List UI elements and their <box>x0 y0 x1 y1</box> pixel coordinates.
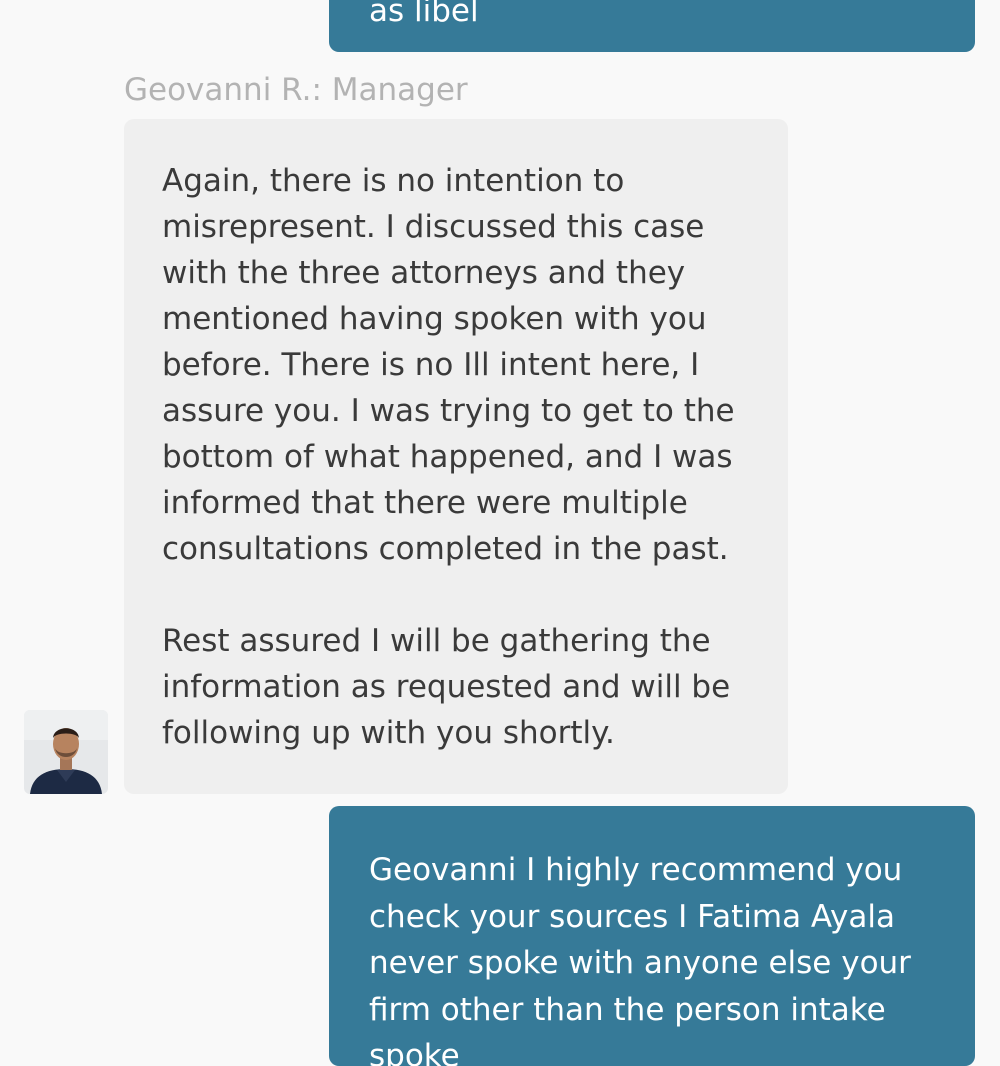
sender-label: Geovanni R.: Manager <box>124 72 468 108</box>
avatar-photo-icon <box>24 710 108 794</box>
avatar[interactable] <box>24 710 108 794</box>
message-text: Geovanni I highly recommend you check yo… <box>369 852 911 1066</box>
outgoing-message-bubble[interactable]: Geovanni I highly recommend you check yo… <box>329 806 975 1066</box>
message-text: as libel <box>369 0 479 29</box>
message-paragraph: Again, there is no intention to misrepre… <box>162 163 735 567</box>
message-paragraph: Rest assured I will be gathering the inf… <box>162 623 731 751</box>
outgoing-message-bubble[interactable]: as libel <box>329 0 975 52</box>
incoming-message-bubble[interactable]: Again, there is no intention to misrepre… <box>124 119 788 794</box>
